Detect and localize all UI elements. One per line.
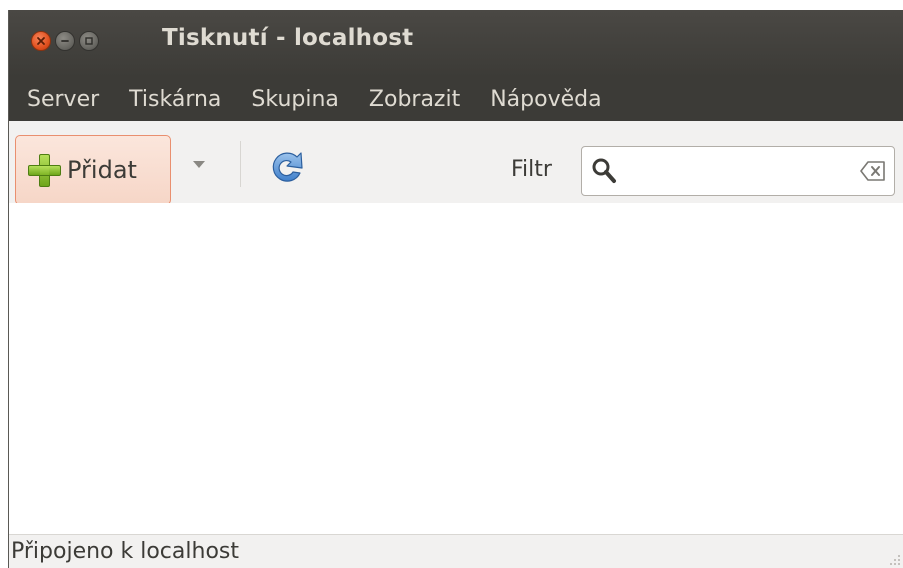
menu-view[interactable]: Zobrazit (369, 87, 472, 112)
status-bar: Připojeno k localhost (9, 535, 903, 568)
printer-list[interactable] (9, 203, 903, 535)
search-icon[interactable] (591, 157, 617, 185)
clear-icon[interactable] (860, 160, 886, 182)
status-text: Připojeno k localhost (11, 539, 239, 564)
add-button-label: Přidat (67, 156, 137, 184)
minimize-icon (61, 40, 69, 42)
window-title: Tisknutí - localhost (162, 25, 414, 51)
minimize-button[interactable] (55, 31, 75, 51)
search-input[interactable] (622, 155, 842, 187)
add-printer-button[interactable]: Přidat (15, 135, 171, 205)
menu-help[interactable]: Nápověda (490, 87, 613, 112)
close-button[interactable] (31, 31, 51, 51)
menu-group[interactable]: Skupina (251, 87, 350, 112)
menu-bar: Server Tiskárna Skupina Zobrazit Nápověd… (9, 77, 903, 121)
filter-label: Filtr (511, 157, 552, 182)
refresh-icon[interactable] (266, 145, 310, 189)
menu-printer[interactable]: Tiskárna (129, 87, 233, 112)
maximize-icon (85, 37, 93, 45)
search-field[interactable] (581, 146, 895, 196)
close-icon (37, 37, 45, 45)
chevron-down-icon[interactable] (193, 161, 205, 168)
title-bar[interactable]: Tisknutí - localhost (9, 10, 903, 77)
maximize-button[interactable] (79, 31, 99, 51)
resize-grip-icon[interactable] (887, 552, 901, 566)
menu-server[interactable]: Server (27, 87, 111, 112)
printer-window: Tisknutí - localhost Server Tiskárna Sku… (8, 10, 903, 568)
toolbar-separator (240, 141, 241, 187)
toolbar: Přidat Filtr (9, 121, 903, 205)
window-controls (31, 31, 99, 51)
plus-icon (28, 153, 61, 187)
